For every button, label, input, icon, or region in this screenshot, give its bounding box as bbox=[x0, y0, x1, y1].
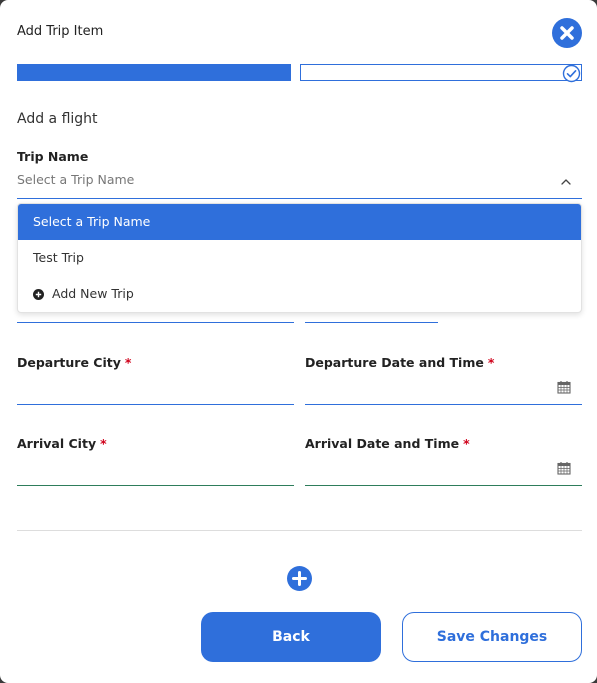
arrival-city-label-text: Arrival City bbox=[17, 436, 97, 451]
modal-title: Add Trip Item bbox=[17, 24, 104, 39]
departure-city-label-text: Departure City bbox=[17, 355, 121, 370]
required-mark: * bbox=[124, 355, 132, 370]
dropdown-option-test-trip[interactable]: Test Trip bbox=[18, 240, 581, 276]
section-heading: Add a flight bbox=[17, 111, 98, 127]
trip-name-dropdown: Select a Trip Name Test Trip Add New Tri… bbox=[17, 203, 582, 313]
required-mark: * bbox=[487, 355, 495, 370]
add-new-trip-label: Add New Trip bbox=[52, 286, 134, 301]
trip-name-label: Trip Name bbox=[17, 149, 89, 164]
close-icon bbox=[560, 26, 574, 40]
plus-circle-icon bbox=[33, 288, 44, 300]
chevron-up-icon bbox=[561, 179, 571, 185]
calendar-icon[interactable] bbox=[557, 461, 571, 475]
dropdown-option-select-trip[interactable]: Select a Trip Name bbox=[18, 204, 581, 240]
arrival-city-label: Arrival City * bbox=[17, 436, 107, 451]
required-mark: * bbox=[463, 436, 470, 451]
save-changes-button[interactable]: Save Changes bbox=[402, 612, 582, 662]
departure-city-input[interactable] bbox=[17, 378, 294, 405]
departure-datetime-input[interactable] bbox=[305, 378, 582, 405]
step-2-progress bbox=[300, 64, 582, 83]
arrival-datetime-input[interactable] bbox=[305, 459, 582, 486]
arrival-datetime-label: Arrival Date and Time * bbox=[305, 436, 470, 451]
check-circle-icon bbox=[562, 64, 581, 83]
airline-input-underline bbox=[17, 322, 294, 323]
step-1-progress bbox=[17, 64, 291, 81]
flight-number-input-underline bbox=[305, 322, 438, 323]
arrival-city-input[interactable] bbox=[17, 459, 294, 486]
required-mark: * bbox=[100, 436, 107, 451]
back-button[interactable]: Back bbox=[201, 612, 381, 662]
section-divider bbox=[17, 530, 582, 531]
trip-name-select[interactable]: Select a Trip Name bbox=[17, 168, 582, 199]
calendar-icon[interactable] bbox=[557, 380, 571, 394]
dropdown-option-add-new-trip[interactable]: Add New Trip bbox=[18, 276, 581, 312]
departure-datetime-label-text: Departure Date and Time bbox=[305, 355, 484, 370]
add-item-button[interactable] bbox=[287, 566, 312, 591]
departure-city-label: Departure City * bbox=[17, 355, 131, 370]
arrival-datetime-label-text: Arrival Date and Time bbox=[305, 436, 460, 451]
departure-datetime-label: Departure Date and Time * bbox=[305, 355, 494, 370]
add-trip-item-modal: Add Trip Item Add a flight Trip Name Sel… bbox=[0, 0, 597, 683]
close-button[interactable] bbox=[552, 18, 582, 48]
plus-circle-icon bbox=[292, 571, 307, 586]
trip-name-select-value: Select a Trip Name bbox=[17, 172, 135, 187]
